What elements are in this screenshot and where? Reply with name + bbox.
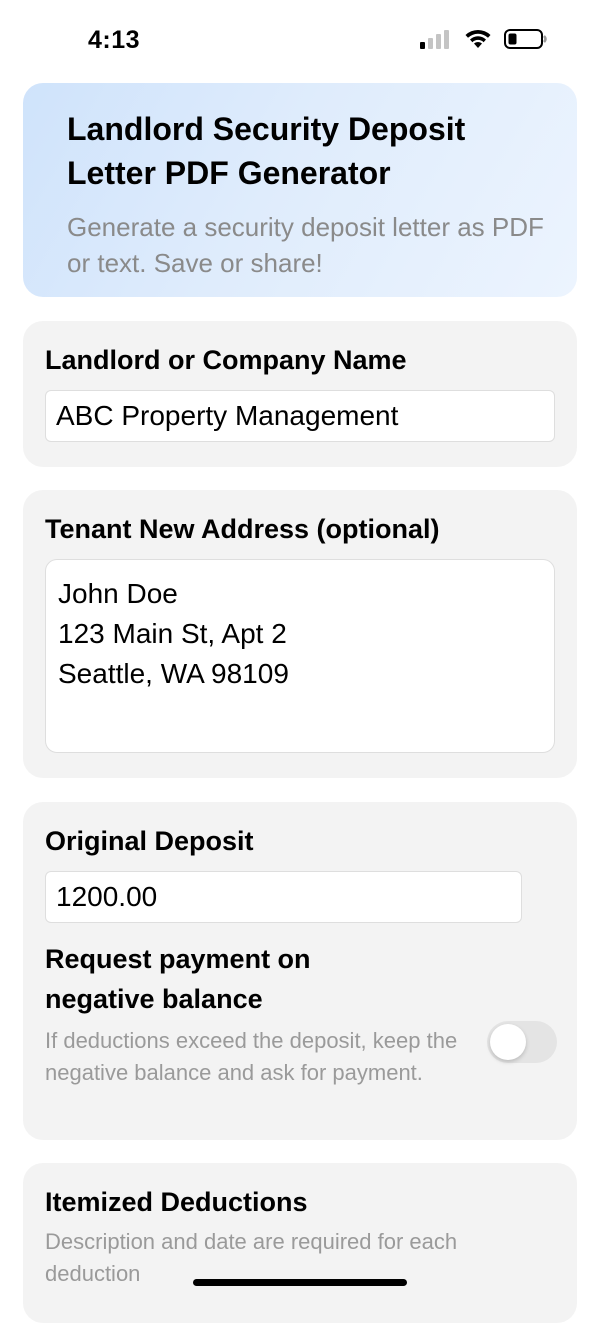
- status-bar: 4:13: [0, 0, 600, 80]
- deposit-card: Original Deposit Request payment on nega…: [23, 802, 577, 1140]
- status-icons: [420, 28, 548, 50]
- tenant-address-line: John Doe: [58, 578, 178, 609]
- original-deposit-input[interactable]: [45, 871, 522, 923]
- landlord-label: Landlord or Company Name: [45, 345, 407, 375]
- page-title: Landlord Security Deposit Letter PDF Gen…: [67, 111, 466, 191]
- landlord-card: Landlord or Company Name: [23, 321, 577, 467]
- wifi-icon: [465, 29, 491, 48]
- battery-low-icon: [504, 29, 547, 49]
- status-time: 4:13: [88, 26, 141, 54]
- tenant-address-label: Tenant New Address (optional): [45, 514, 440, 544]
- toggle-knob: [490, 1024, 526, 1060]
- negative-balance-title: Request payment on negative balance: [45, 944, 311, 1014]
- hero-card: Landlord Security Deposit Letter PDF Gen…: [23, 83, 577, 297]
- tenant-address-textarea[interactable]: John Doe 123 Main St, Apt 2 Seattle, WA …: [45, 559, 555, 753]
- negative-balance-toggle[interactable]: [487, 1021, 557, 1063]
- cellular-signal-icon: [420, 30, 449, 49]
- tenant-card: Tenant New Address (optional) John Doe 1…: [23, 490, 577, 778]
- landlord-name-input[interactable]: [45, 390, 555, 442]
- negative-balance-description: If deductions exceed the deposit, keep t…: [45, 1028, 458, 1085]
- page-subtitle: Generate a security deposit letter as PD…: [67, 212, 544, 278]
- tenant-address-line: 123 Main St, Apt 2: [58, 618, 287, 649]
- tenant-address-line: Seattle, WA 98109: [58, 658, 289, 689]
- home-indicator[interactable]: [193, 1279, 407, 1286]
- deductions-card: Itemized Deductions Description and date…: [23, 1163, 577, 1323]
- deductions-title: Itemized Deductions: [45, 1187, 308, 1217]
- negative-balance-row: Request payment on negative balance If d…: [45, 939, 557, 1089]
- original-deposit-label: Original Deposit: [45, 826, 254, 856]
